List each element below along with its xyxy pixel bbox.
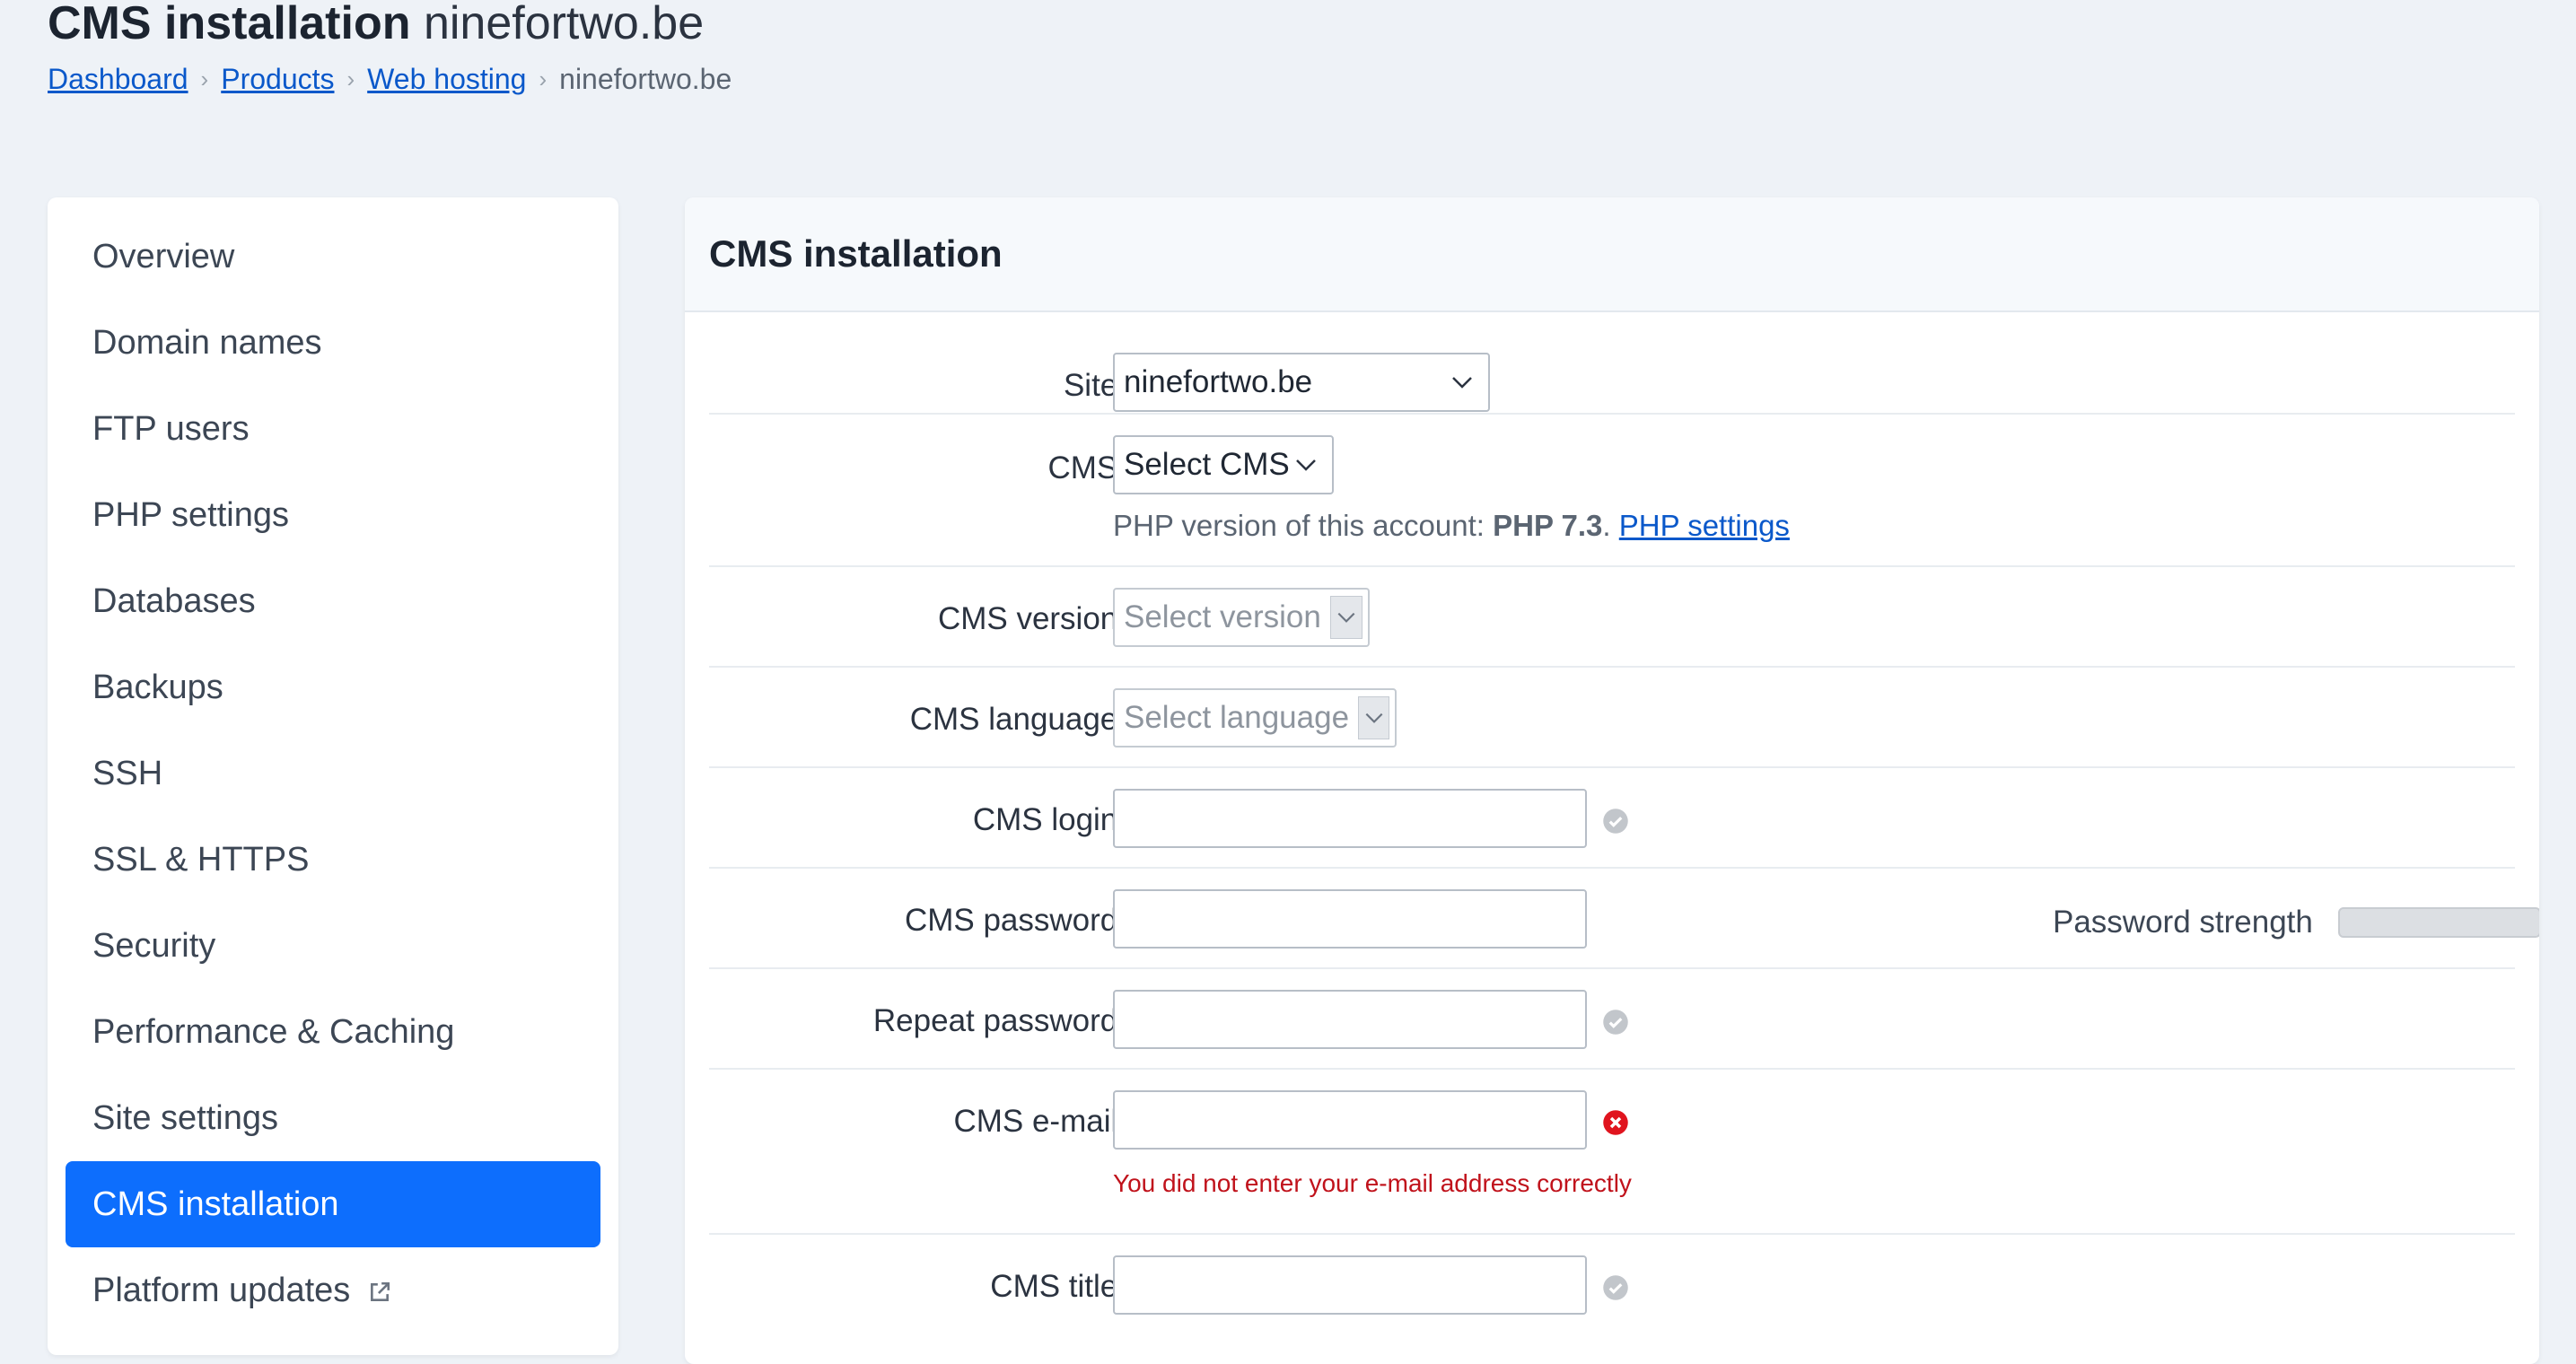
cms-language-select-value: Select language	[1124, 700, 1350, 735]
php-version-hint: PHP version of this account: PHP 7.3. PH…	[1113, 509, 1790, 543]
sidebar-item-label: Site settings	[92, 1098, 278, 1137]
sidebar-item-label: PHP settings	[92, 495, 289, 534]
sidebar-item-ssl-https[interactable]: SSL & HTTPS	[66, 817, 600, 903]
sidebar-item-label: Security	[92, 926, 216, 965]
php-version-separator: .	[1602, 509, 1611, 542]
sidebar-item-label: Performance & Caching	[92, 1012, 455, 1051]
cms-language-field: Select language	[1113, 688, 1397, 748]
sidebar-item-backups[interactable]: Backups	[66, 644, 600, 730]
form-row-repeat-password: Repeat password:	[709, 969, 2515, 1070]
sidebar-item-ssh[interactable]: SSH	[66, 730, 600, 817]
cms-version-field: Select version	[1113, 588, 1370, 647]
php-settings-link[interactable]: PHP settings	[1619, 509, 1790, 542]
chevron-down-icon	[1358, 696, 1389, 739]
sidebar-item-ftp-users[interactable]: FTP users	[66, 386, 600, 472]
form-row-cms-password: CMS password: Password strength	[709, 869, 2539, 969]
cms-login-input[interactable]	[1113, 789, 1587, 848]
repeat-password-input[interactable]	[1113, 990, 1587, 1049]
sidebar-item-domain-names[interactable]: Domain names	[66, 300, 600, 386]
page-title-domain: ninefortwo.be	[423, 0, 705, 49]
chevron-down-icon	[1452, 377, 1472, 389]
page-title: CMS installation ninefortwo.be	[48, 0, 732, 47]
cms-email-input[interactable]	[1113, 1090, 1587, 1150]
form-row-cms-title: CMS title:	[709, 1235, 2515, 1335]
panel-title: CMS installation	[709, 232, 1003, 275]
site-field: ninefortwo.be	[1113, 353, 1490, 412]
sidebar-item-cms-installation[interactable]: CMS installation	[66, 1161, 600, 1247]
sidebar-item-performance-caching[interactable]: Performance & Caching	[66, 989, 600, 1075]
breadcrumb-web-hosting[interactable]: Web hosting	[367, 61, 526, 97]
cms-password-input[interactable]	[1113, 889, 1587, 949]
external-link-icon	[371, 1281, 390, 1301]
sidebar-item-label: SSL & HTTPS	[92, 840, 310, 879]
breadcrumb-dashboard[interactable]: Dashboard	[48, 61, 188, 97]
password-strength-label: Password strength	[2053, 905, 2313, 940]
repeat-password-label: Repeat password:	[872, 1003, 1126, 1038]
panel-header: CMS installation	[685, 197, 2539, 312]
cms-field: Select CMS PHP version of this account: …	[1113, 435, 1790, 543]
php-version-hint-text: PHP version of this account:	[1113, 509, 1485, 542]
cms-email-field: You did not enter your e-mail address co…	[1113, 1090, 1632, 1198]
form-row-cms: CMS: Select CMS PHP version of this acco…	[709, 415, 2515, 567]
sidebar-item-label: Overview	[92, 237, 235, 275]
page-title-text: CMS installation	[48, 0, 411, 49]
cms-password-label: CMS password:	[904, 903, 1126, 938]
cms-title-input[interactable]	[1113, 1255, 1587, 1315]
cms-select-value: Select CMS	[1124, 447, 1290, 482]
sidebar-item-platform-updates[interactable]: Platform updates	[66, 1247, 600, 1333]
sidebar-item-label: Databases	[92, 581, 256, 620]
sidebar-item-label: Platform updates	[92, 1271, 351, 1309]
sidebar-item-label: Domain names	[92, 323, 322, 362]
sidebar-item-site-settings[interactable]: Site settings	[66, 1075, 600, 1161]
breadcrumb-products[interactable]: Products	[221, 61, 334, 97]
cms-installation-panel: CMS installation Site: ninefortwo.be CMS…	[685, 197, 2539, 1364]
error-icon	[1603, 1110, 1628, 1135]
breadcrumb-separator-icon: ›	[200, 66, 209, 92]
cms-version-select[interactable]: Select version	[1113, 588, 1370, 647]
cms-language-select[interactable]: Select language	[1113, 688, 1397, 748]
breadcrumb: Dashboard › Products › Web hosting › nin…	[48, 61, 732, 97]
sidebar-item-label: CMS installation	[92, 1185, 339, 1223]
cms-login-field	[1113, 789, 1628, 848]
sidebar-item-label: SSH	[92, 754, 163, 792]
sidebar-item-databases[interactable]: Databases	[66, 558, 600, 644]
cms-version-label: CMS version:	[937, 601, 1126, 636]
cms-email-error: You did not enter your e-mail address co…	[1113, 1169, 1632, 1197]
repeat-password-field	[1113, 990, 1628, 1049]
cms-password-field	[1113, 889, 1587, 949]
php-version-value: PHP 7.3	[1493, 509, 1603, 542]
cms-title-label: CMS title:	[990, 1269, 1126, 1304]
sidebar: Overview Domain names FTP users PHP sett…	[48, 197, 618, 1355]
cms-version-select-value: Select version	[1124, 599, 1321, 634]
cms-login-label: CMS login:	[972, 802, 1126, 837]
form-row-cms-language: CMS language: Select language	[709, 668, 2515, 768]
form-row-cms-login: CMS login:	[709, 768, 2515, 869]
sidebar-item-label: Backups	[92, 668, 223, 706]
breadcrumb-separator-icon: ›	[346, 66, 355, 92]
sidebar-item-php-settings[interactable]: PHP settings	[66, 472, 600, 558]
chevron-down-icon	[1329, 596, 1362, 639]
password-strength-bar	[2338, 907, 2539, 938]
cms-language-label: CMS language:	[909, 702, 1126, 737]
check-icon	[1603, 809, 1628, 834]
check-icon	[1603, 1275, 1628, 1300]
breadcrumb-current: ninefortwo.be	[559, 63, 732, 95]
cms-select[interactable]: Select CMS	[1113, 435, 1334, 494]
cms-title-field	[1113, 1255, 1628, 1315]
site-select[interactable]: ninefortwo.be	[1113, 353, 1490, 412]
sidebar-item-security[interactable]: Security	[66, 903, 600, 989]
sidebar-item-label: FTP users	[92, 409, 250, 448]
breadcrumb-separator-icon: ›	[539, 66, 548, 92]
cms-email-label: CMS e-mail:	[953, 1104, 1126, 1139]
sidebar-item-overview[interactable]: Overview	[66, 214, 600, 300]
form-row-site: Site: ninefortwo.be	[709, 312, 2515, 415]
check-icon	[1603, 1010, 1628, 1035]
chevron-down-icon	[1296, 459, 1316, 471]
site-select-value: ninefortwo.be	[1124, 364, 1313, 399]
form-row-cms-version: CMS version: Select version	[709, 567, 2515, 668]
page-header: CMS installation ninefortwo.be Dashboard…	[48, 0, 732, 97]
form-row-cms-email: CMS e-mail: You did not enter your e-mai…	[709, 1070, 2515, 1235]
